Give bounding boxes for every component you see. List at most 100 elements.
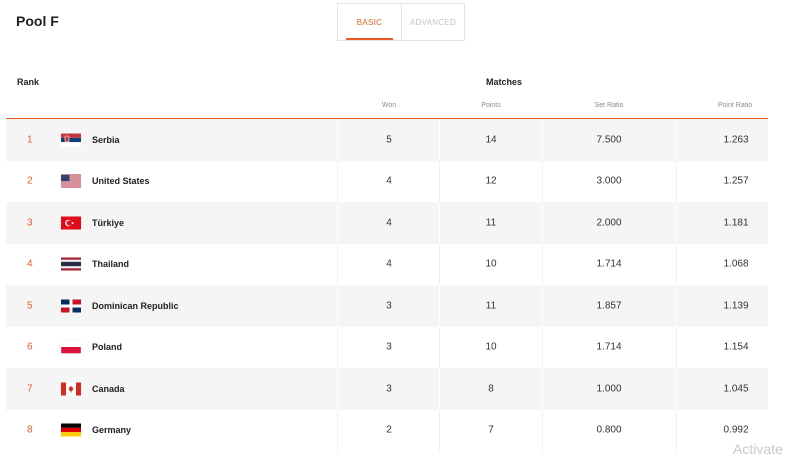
- standings-table: 1 Serbia 5 14 7.500 1.263 2 United States 4 12 3.0…: [6, 119, 768, 451]
- won-value: 3: [386, 341, 392, 353]
- table-row[interactable]: 6 Poland 3 10 1.714 1.154: [6, 326, 768, 368]
- team-name[interactable]: Dominican Republic: [92, 301, 179, 311]
- matches-group-header: Matches: [486, 77, 523, 87]
- won-value: 4: [386, 258, 392, 270]
- column-separator: [439, 243, 440, 285]
- rank-value: 4: [27, 258, 33, 270]
- point-ratio-value: 1.181: [723, 217, 749, 229]
- column-separator: [337, 368, 338, 410]
- table-row[interactable]: 3 Türkiye 4 11 2.000 1.181: [6, 202, 768, 244]
- column-separator: [439, 202, 440, 244]
- germany-flag-icon: [61, 423, 81, 437]
- points-value: 11: [485, 217, 497, 229]
- points-value: 12: [485, 175, 497, 187]
- usa-flag-icon: [61, 174, 81, 188]
- table-row[interactable]: 7 Canada 3 8 1.000 1.045: [6, 368, 768, 410]
- column-separator: [676, 202, 677, 244]
- point-ratio-column-header: Point Ratio: [717, 102, 753, 109]
- column-separator: [337, 160, 338, 202]
- team-name[interactable]: Germany: [92, 425, 131, 435]
- rank-value: 8: [27, 424, 33, 436]
- column-separator: [337, 202, 338, 244]
- column-separator: [337, 285, 338, 327]
- team-name[interactable]: Türkiye: [92, 218, 124, 228]
- points-value: 8: [488, 383, 494, 395]
- table-row[interactable]: 5 Dominican Republic 3 11 1.857 1.139: [6, 285, 768, 327]
- column-separator: [542, 202, 543, 244]
- rank-value: 6: [27, 341, 33, 353]
- column-separator: [337, 409, 338, 451]
- points-value: 10: [485, 341, 497, 353]
- poland-flag-icon: [61, 340, 81, 354]
- view-tabs: BASIC ADVANCED: [337, 3, 465, 41]
- serbia-flag-icon: [61, 133, 81, 147]
- tab-basic[interactable]: BASIC: [338, 4, 401, 40]
- set-ratio-value: 1.000: [596, 383, 622, 395]
- column-separator: [439, 160, 440, 202]
- points-value: 7: [488, 424, 494, 436]
- column-separator: [676, 243, 677, 285]
- set-ratio-value: 0.800: [596, 424, 622, 436]
- column-separator: [439, 368, 440, 410]
- rank-value: 2: [27, 175, 33, 187]
- won-value: 3: [386, 300, 392, 312]
- won-value: 4: [386, 217, 392, 229]
- column-separator: [542, 326, 543, 368]
- rank-column-header: Rank: [17, 77, 40, 87]
- won-value: 2: [386, 424, 392, 436]
- points-value: 11: [485, 300, 497, 312]
- column-separator: [439, 119, 440, 161]
- table-row[interactable]: 4 Thailand 4 10 1.714 1.068: [6, 243, 768, 285]
- tab-advanced[interactable]: ADVANCED: [400, 4, 464, 40]
- column-separator: [676, 160, 677, 202]
- team-name[interactable]: Serbia: [92, 135, 120, 145]
- table-row[interactable]: 1 Serbia 5 14 7.500 1.263: [6, 119, 768, 161]
- team-name[interactable]: Thailand: [92, 259, 129, 269]
- team-name[interactable]: Poland: [92, 342, 122, 352]
- team-name[interactable]: United States: [92, 176, 150, 186]
- dominican-republic-flag-icon: [61, 299, 81, 313]
- column-separator: [439, 285, 440, 327]
- set-ratio-value: 7.500: [596, 134, 622, 146]
- canada-flag-icon: [61, 382, 81, 396]
- won-value: 4: [386, 175, 392, 187]
- column-separator: [542, 160, 543, 202]
- column-separator: [542, 243, 543, 285]
- point-ratio-value: 1.263: [723, 134, 749, 146]
- point-ratio-value: 1.068: [723, 258, 749, 270]
- column-separator: [676, 285, 677, 327]
- points-value: 10: [485, 258, 497, 270]
- points-column-header: Points: [481, 102, 501, 109]
- table-row[interactable]: 8 Germany 2 7 0.800 0.992: [6, 409, 768, 451]
- set-ratio-value: 1.857: [596, 300, 622, 312]
- column-separator: [676, 368, 677, 410]
- rank-value: 5: [27, 300, 33, 312]
- set-ratio-value: 2.000: [596, 217, 622, 229]
- column-separator: [542, 368, 543, 410]
- column-separator: [542, 119, 543, 161]
- rank-value: 3: [27, 217, 33, 229]
- activation-watermark: Activate: [733, 441, 783, 457]
- set-ratio-value: 1.714: [596, 341, 622, 353]
- won-value: 5: [386, 134, 392, 146]
- column-separator: [676, 326, 677, 368]
- column-separator: [542, 409, 543, 451]
- column-separator: [676, 409, 677, 451]
- page-title: Pool F: [16, 13, 59, 29]
- point-ratio-value: 1.257: [723, 175, 749, 187]
- team-name[interactable]: Canada: [92, 384, 125, 394]
- column-separator: [439, 409, 440, 451]
- point-ratio-value: 0.992: [723, 424, 749, 436]
- column-separator: [337, 243, 338, 285]
- column-separator: [337, 119, 338, 161]
- column-separator: [439, 326, 440, 368]
- won-column-header: Won: [381, 102, 397, 109]
- set-ratio-column-header: Set Ratio: [594, 102, 624, 109]
- table-row[interactable]: 2 United States 4 12 3.000 1.257: [6, 160, 768, 202]
- point-ratio-value: 1.154: [723, 341, 749, 353]
- rank-value: 1: [27, 134, 33, 146]
- rank-value: 7: [27, 383, 33, 395]
- column-separator: [676, 119, 677, 161]
- set-ratio-value: 1.714: [596, 258, 622, 270]
- set-ratio-value: 3.000: [596, 175, 622, 187]
